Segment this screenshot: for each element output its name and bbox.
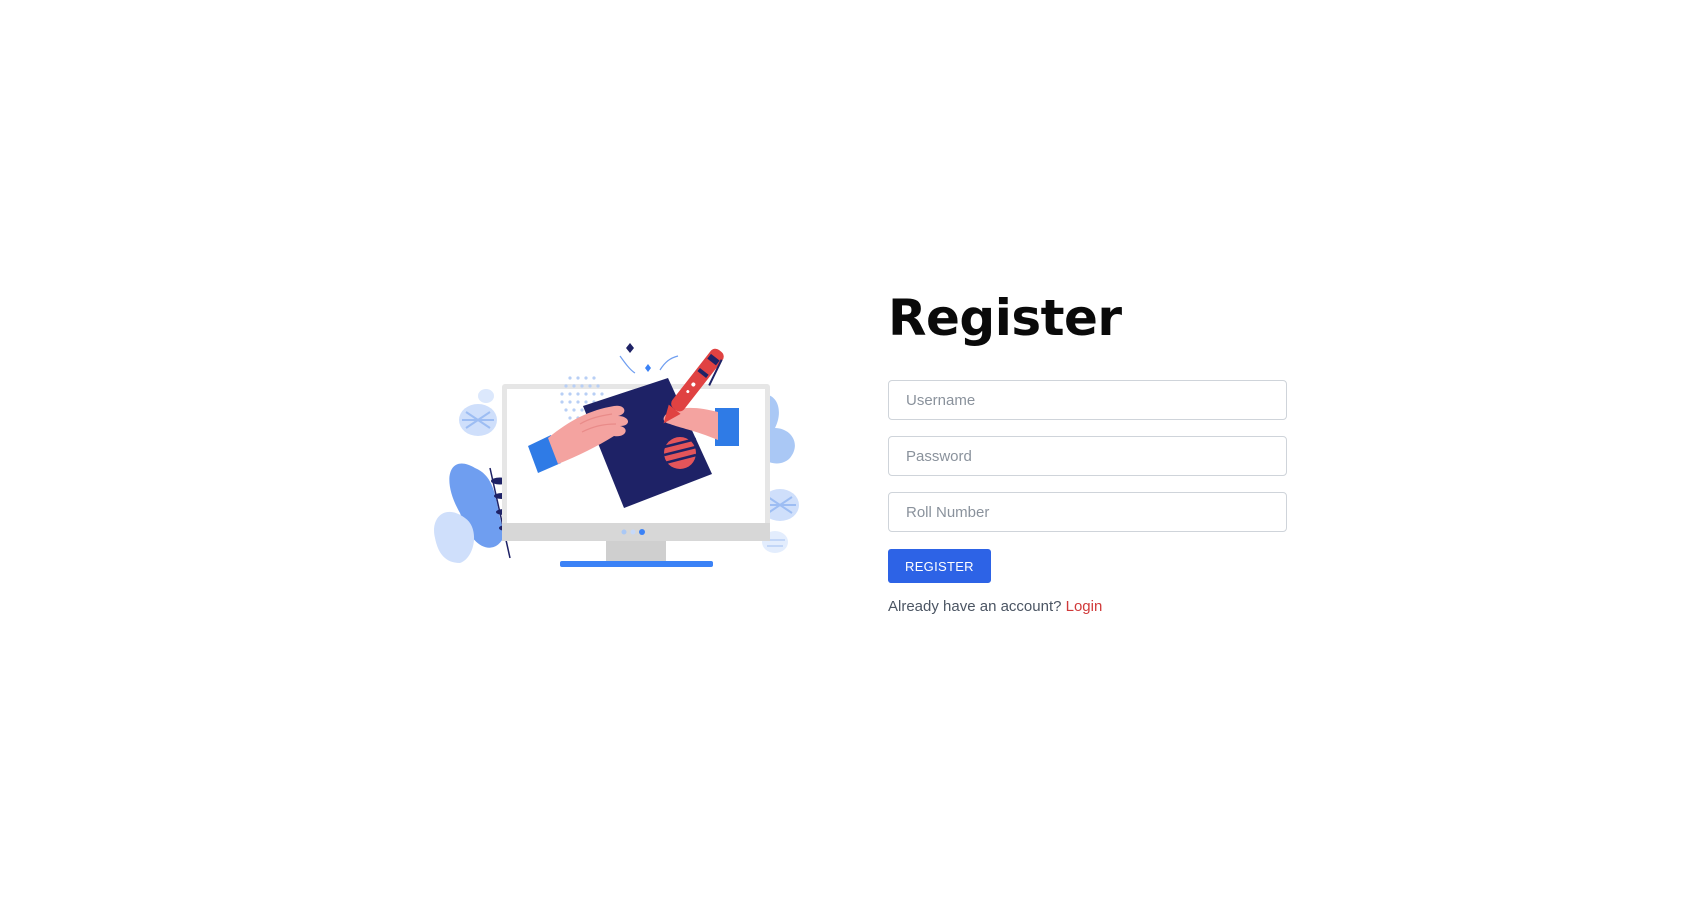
register-page: Register REGISTER Already have an accoun…	[0, 0, 1688, 897]
register-button[interactable]: REGISTER	[888, 549, 991, 583]
register-form: Register REGISTER Already have an accoun…	[888, 286, 1288, 615]
roll-number-input[interactable]	[888, 492, 1287, 532]
page-title: Register	[888, 289, 1122, 347]
password-input[interactable]	[888, 436, 1287, 476]
register-illustration-icon	[430, 328, 815, 578]
login-prompt: Already have an account? Login	[888, 598, 1288, 615]
login-link[interactable]: Login	[1066, 598, 1103, 615]
username-input[interactable]	[888, 380, 1287, 420]
login-prompt-text: Already have an account?	[888, 598, 1062, 615]
